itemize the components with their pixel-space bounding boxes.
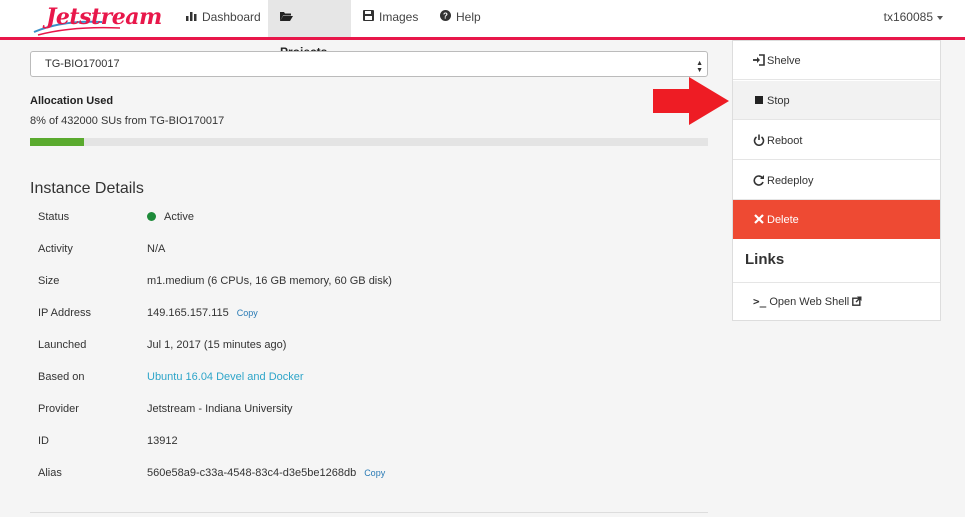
nav-images-label: Images — [379, 10, 419, 24]
allocation-select-value: TG-BIO170017 — [45, 58, 120, 70]
nav-dashboard[interactable]: Dashboard — [174, 0, 273, 37]
detail-label: Launched — [38, 339, 87, 351]
times-icon — [753, 213, 765, 225]
nav-help-label: Help — [456, 10, 481, 24]
nav-images[interactable]: Images — [351, 0, 430, 37]
allocation-summary: 8% of 432000 SUs from TG-BIO170017 — [30, 115, 225, 127]
question-circle-icon: ? — [440, 0, 451, 35]
divider — [733, 282, 940, 283]
allocation-progress-fill — [30, 138, 85, 146]
terminal-icon: >_ — [753, 295, 767, 308]
nav-help[interactable]: ? Help — [428, 0, 493, 37]
stop-label: Stop — [767, 95, 790, 107]
delete-label: Delete — [767, 214, 799, 226]
sign-in-icon — [753, 54, 765, 66]
redeploy-button[interactable]: Redeploy — [733, 161, 940, 200]
detail-value: Jetstream - Indiana University — [147, 403, 293, 415]
status-text: Active — [164, 211, 194, 223]
detail-value: 149.165.157.115 Copy — [147, 307, 258, 319]
user-menu[interactable]: tx160085 — [884, 0, 943, 37]
shelve-label: Shelve — [767, 55, 801, 67]
open-web-shell-link[interactable]: >_ Open Web Shell — [753, 295, 862, 308]
allocation-select[interactable]: TG-BIO170017 ▲ ▼ — [30, 51, 708, 77]
detail-value: Jul 1, 2017 (15 minutes ago) — [147, 339, 287, 351]
stop-icon — [753, 94, 765, 106]
alias-value: 560e58a9-c33a-4548-83c4-d3e5be1268db — [147, 467, 357, 479]
bar-chart-icon — [186, 0, 197, 35]
detail-label: Size — [38, 275, 60, 287]
logo-text: Jetstream — [46, 4, 162, 30]
nav-dashboard-label: Dashboard — [202, 10, 261, 24]
detail-value: N/A — [147, 243, 166, 255]
chevron-down-icon — [937, 15, 943, 20]
reboot-label: Reboot — [767, 135, 803, 147]
redo-icon — [753, 174, 765, 186]
shelve-button[interactable]: Shelve — [733, 41, 940, 80]
nav-projects[interactable]: Projects — [268, 0, 351, 59]
detail-label: Alias — [38, 467, 62, 479]
stop-button[interactable]: Stop — [733, 81, 940, 120]
image-link[interactable]: Ubuntu 16.04 Devel and Docker — [147, 371, 304, 383]
links-title: Links — [745, 251, 785, 268]
allocation-progress-bar — [30, 138, 708, 146]
jetstream-logo[interactable]: Jetstream — [32, 2, 162, 36]
detail-label: Activity — [38, 243, 73, 255]
detail-label: Based on — [38, 371, 85, 383]
detail-label: Provider — [38, 403, 79, 415]
instance-details-title: Instance Details — [30, 180, 144, 197]
external-link-icon — [852, 296, 862, 308]
allocation-title: Allocation Used — [30, 95, 114, 107]
red-arrow-icon — [653, 77, 729, 125]
select-arrows-icon: ▲ ▼ — [696, 60, 703, 74]
ip-address-value: 149.165.157.115 — [147, 307, 229, 319]
username: tx160085 — [883, 10, 933, 24]
detail-value: Active — [147, 211, 194, 223]
actions-panel: Shelve Stop Reboot Redeploy Delete Links… — [732, 40, 941, 321]
power-icon — [753, 134, 765, 146]
detail-label: IP Address — [38, 307, 91, 319]
redeploy-label: Redeploy — [767, 175, 814, 187]
reboot-button[interactable]: Reboot — [733, 121, 940, 160]
floppy-disk-icon — [363, 0, 374, 35]
copy-ip-link[interactable]: Copy — [237, 308, 258, 318]
folder-open-icon — [280, 0, 293, 35]
detail-label: ID — [38, 435, 49, 447]
detail-value: m1.medium (6 CPUs, 16 GB memory, 60 GB d… — [147, 275, 392, 287]
detail-label: Status — [38, 211, 70, 223]
copy-alias-link[interactable]: Copy — [364, 468, 385, 478]
delete-button[interactable]: Delete — [733, 200, 940, 239]
svg-text:?: ? — [443, 12, 448, 21]
detail-value: 13912 — [147, 435, 178, 447]
web-shell-label: Open Web Shell — [769, 296, 850, 308]
divider — [30, 512, 708, 513]
top-navbar: Jetstream Dashboard Projects Images ? He… — [0, 0, 965, 59]
status-active-icon — [147, 212, 156, 221]
detail-value: 560e58a9-c33a-4548-83c4-d3e5be1268db Copy — [147, 467, 385, 479]
